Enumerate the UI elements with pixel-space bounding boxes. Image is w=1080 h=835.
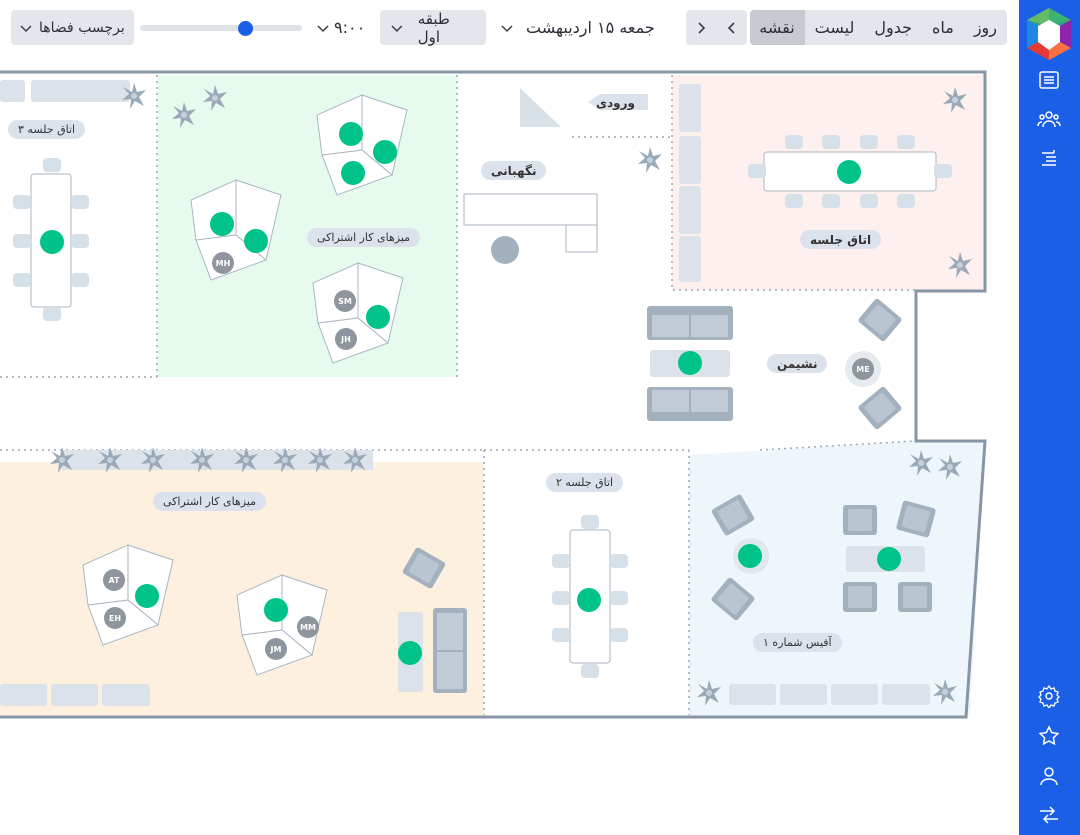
floor-map: اتاق جلسه ۳ میزهای کار اشتراکی ورودی نگه… — [0, 58, 1019, 835]
label-meeting-room[interactable]: اتاق جلسه — [800, 230, 882, 249]
time-slider-thumb[interactable] — [238, 21, 254, 36]
seat-code[interactable]: MH — [212, 252, 234, 274]
previous-day-button[interactable] — [717, 10, 747, 45]
tab-day[interactable]: روز — [964, 10, 1007, 45]
time-select[interactable]: ۹:۰۰ — [316, 10, 365, 45]
label-reception[interactable]: نگهبانی — [481, 161, 547, 180]
floor-label: طبقه اول — [417, 9, 450, 46]
chevron-down-icon — [501, 24, 513, 32]
chevron-right-icon — [698, 21, 706, 34]
app-sidebar — [1019, 0, 1080, 835]
chevron-down-icon — [317, 24, 329, 32]
tab-month[interactable]: ماه — [922, 10, 964, 45]
users-icon[interactable] — [1034, 104, 1064, 134]
seat-code[interactable]: EH — [104, 607, 126, 629]
user-icon[interactable] — [1034, 761, 1064, 791]
date-navigation — [686, 10, 747, 45]
list-icon[interactable] — [1034, 65, 1064, 95]
chevron-down-icon — [391, 25, 403, 32]
chevron-left-icon — [727, 21, 735, 34]
space-labels-text: برچسب فضاها — [39, 19, 125, 36]
seat-code[interactable]: JH — [335, 328, 357, 350]
label-shared-desks-top[interactable]: میزهای کار اشتراکی — [307, 228, 421, 247]
seat-code[interactable]: AT — [103, 569, 125, 591]
seat-code[interactable]: JM — [265, 638, 287, 660]
label-office-1[interactable]: آفیس شماره ۱ — [753, 633, 842, 652]
seat-code[interactable]: SM — [334, 290, 356, 312]
chevron-down-icon — [20, 24, 32, 32]
label-shared-desks-bottom[interactable]: میزهای کار اشتراکی — [153, 492, 267, 511]
app-logo-icon[interactable] — [1024, 6, 1074, 62]
label-meeting-room-3[interactable]: اتاق جلسه ۳ — [8, 120, 86, 139]
tab-map[interactable]: نقشه — [750, 10, 805, 45]
tab-table[interactable]: جدول — [864, 10, 922, 45]
floor-select[interactable]: طبقه اول — [380, 9, 486, 46]
zone-office — [689, 441, 985, 715]
next-day-button[interactable] — [686, 10, 716, 45]
preferences-icon[interactable] — [1034, 800, 1064, 830]
date-picker[interactable]: جمعه ۱۵ اردیبهشت — [500, 10, 655, 45]
seat-code[interactable]: MM — [297, 616, 319, 638]
label-meeting-room-2[interactable]: اتاق جلسه ۲ — [546, 473, 624, 492]
time-label: ۹:۰۰ — [334, 18, 366, 37]
date-label: جمعه ۱۵ اردیبهشت — [526, 18, 655, 37]
label-entrance[interactable]: ورودی — [586, 93, 645, 112]
star-icon[interactable] — [1034, 721, 1064, 751]
toolbar: روز ماه جدول لیست نقشه جمعه ۱۵ اردیبهشت … — [0, 0, 1019, 58]
settings-icon[interactable] — [1034, 681, 1064, 711]
label-lounge[interactable]: نشیمن — [767, 354, 828, 373]
view-switcher: روز ماه جدول لیست نقشه — [750, 10, 1007, 45]
time-slider-track[interactable] — [140, 25, 302, 31]
space-labels-toggle[interactable]: برچسب فضاها — [11, 10, 134, 45]
seat-code[interactable]: ME — [852, 358, 874, 380]
tab-list[interactable]: لیست — [805, 10, 865, 45]
schedule-icon[interactable] — [1034, 144, 1064, 174]
